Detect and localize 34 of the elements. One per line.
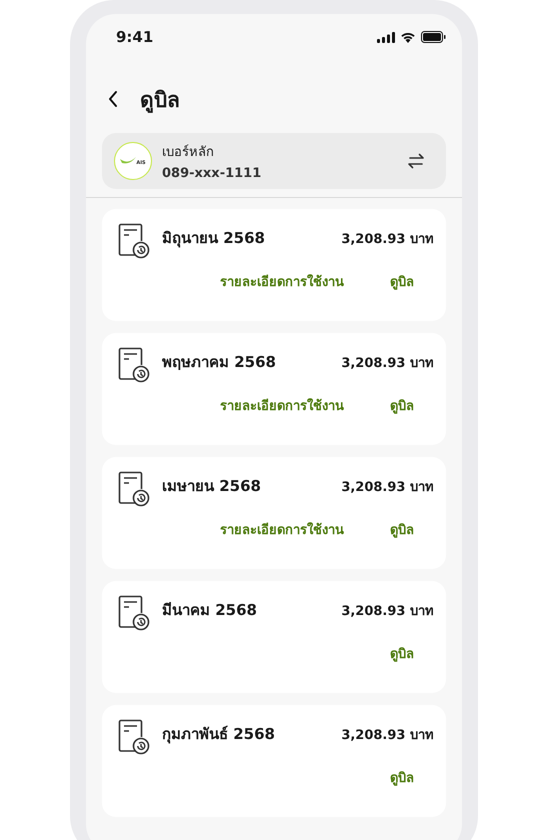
bill-link[interactable]: ดูบิล — [390, 767, 414, 788]
back-icon — [108, 90, 118, 108]
bill-link[interactable]: ดูบิล — [390, 519, 414, 540]
signal-icon — [377, 32, 395, 42]
bill-amount: 3,208.93 บาท — [341, 355, 434, 373]
bill-history-icon — [118, 719, 150, 755]
bill-history-icon — [118, 471, 150, 507]
bill-link[interactable]: รายละเอียดการใช้งาน — [220, 519, 344, 540]
bill-month: เมษายน 2568 — [162, 476, 262, 497]
bill-month: มิถุนายน 2568 — [162, 228, 266, 250]
bill-history-icon — [118, 595, 150, 631]
page-title: ดูบิล — [140, 86, 180, 115]
switch-icon[interactable] — [406, 153, 426, 169]
bill-amount: 3,208.93 บาท — [341, 479, 434, 497]
bill-amount: 3,208.93 บาท — [341, 231, 434, 249]
bill-amount: 3,208.93 บาท — [341, 603, 434, 621]
bill-history-icon — [118, 347, 150, 383]
bill-link[interactable]: รายละเอียดการใช้งาน — [220, 395, 344, 416]
wifi-icon — [400, 31, 416, 43]
bill-amount: 3,208.93 บาท — [341, 727, 434, 745]
phone-number: 089-xxx-1111 — [162, 166, 262, 181]
logo-swoosh-icon — [120, 157, 136, 165]
bill-month: กุมภาพันธ์ 2568 — [162, 724, 276, 746]
bill-link[interactable]: ดูบิล — [390, 395, 414, 416]
status-time: 9:41 — [116, 28, 154, 46]
bill-history-icon — [118, 223, 150, 259]
bill-link[interactable]: ดูบิล — [390, 271, 414, 292]
back-button[interactable] — [108, 90, 118, 108]
battery-icon — [421, 31, 446, 43]
bill-link[interactable]: ดูบิล — [390, 643, 414, 664]
bill-link[interactable]: รายละเอียดการใช้งาน — [220, 271, 344, 292]
bill-month: มีนาคม 2568 — [162, 600, 258, 621]
account-label: เบอร์หลัก — [162, 144, 215, 162]
bill-month: พฤษภาคม 2568 — [162, 352, 277, 373]
